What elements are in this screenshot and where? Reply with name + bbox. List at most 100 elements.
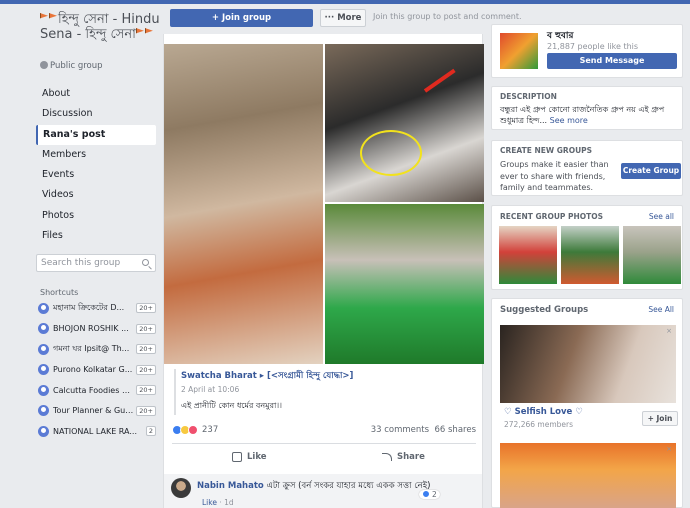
comment-like-link[interactable]: Like — [202, 498, 217, 507]
post-photo-2[interactable] — [325, 44, 484, 202]
page-name[interactable]: ব হুবার — [547, 28, 573, 43]
shared-post-card: Swatcha Bharat ▸ [<সংগ্রামী হিন্দু যোদ্ধ… — [174, 369, 474, 415]
nav-item-videos[interactable]: Videos — [36, 185, 156, 205]
shortcut-label: Tour Planner & Guide — [53, 406, 134, 416]
shortcut-item[interactable]: Calcutta Foodies C... 20+ — [38, 380, 156, 401]
nav-item-ranas-post[interactable]: Rana's post — [36, 124, 156, 145]
flag-icon — [135, 28, 144, 34]
avatar[interactable] — [171, 478, 191, 498]
linked-page-box: ব হুবার 21,887 people like this Send Mes… — [491, 24, 683, 78]
group-privacy: Public group — [40, 61, 103, 71]
create-groups-box: CREATE NEW GROUPS Groups make it easier … — [491, 140, 683, 196]
nav-item-photos[interactable]: Photos — [36, 206, 156, 226]
comment-text: এটা ক্রুস (বর্ন সংকর যাহার মধ্যে একক সত্… — [266, 481, 431, 491]
shortcut-item[interactable]: BHOJON ROSHIK ... 20+ — [38, 319, 156, 340]
like-button[interactable]: Like — [232, 452, 267, 462]
shortcut-count-badge: 20+ — [136, 385, 156, 396]
more-button[interactable]: ··· More — [320, 9, 366, 27]
share-label: Share — [397, 452, 425, 462]
suggested-group-cover-2[interactable]: × — [500, 443, 676, 508]
reactions-count: 237 — [202, 425, 219, 435]
comments-count-link[interactable]: 33 comments — [371, 425, 429, 435]
nav-item-about[interactable]: About — [36, 84, 156, 104]
like-label: Like — [247, 452, 267, 462]
shortcuts-heading: Shortcuts — [40, 288, 79, 297]
shortcut-item[interactable]: গমনা ঘর Ipsit@ Th... 20+ — [38, 339, 156, 360]
recent-photos-box: RECENT GROUP PHOTOS See all — [491, 205, 683, 290]
main-column: + Join group ··· More Join this group to… — [163, 0, 522, 508]
share-button[interactable]: Share — [382, 452, 425, 462]
see-all-link[interactable]: See All — [648, 305, 674, 315]
divider — [172, 443, 476, 444]
red-arrow-icon — [423, 68, 456, 93]
recent-photos-header: RECENT GROUP PHOTOS See all — [500, 212, 674, 221]
shared-from-link[interactable]: Swatcha Bharat ▸ [<সংগ্রামী হিন্দু যোদ্ধ… — [181, 369, 474, 383]
see-all-link[interactable]: See all — [649, 212, 674, 221]
shortcut-count-badge: 2 — [145, 426, 156, 437]
nav-item-members[interactable]: Members — [36, 145, 156, 165]
join-group-button[interactable]: + Join group — [170, 9, 313, 27]
send-message-label: Send Message — [579, 56, 645, 65]
suggested-groups-box: Suggested Groups See All × ♡ Selfish Lov… — [491, 298, 683, 508]
post-timestamp[interactable]: 2 April at 10:06 — [181, 385, 474, 394]
description-heading: DESCRIPTION — [500, 92, 557, 101]
share-arrow-icon — [382, 453, 392, 461]
search-icon[interactable] — [142, 259, 149, 266]
comments-section: Nabin Mahato এটা ক্রুস (বর্ন সংকর যাহার … — [164, 474, 482, 508]
shortcut-count-badge: 20+ — [136, 405, 156, 416]
shortcuts-list: মহানাম ক্রিকেটের D... 20+ BHOJON ROSHIK .… — [38, 298, 156, 442]
shortcut-item[interactable]: মহানাম ক্রিকেটের D... 20+ — [38, 298, 156, 319]
recent-photo-1[interactable] — [499, 226, 557, 284]
shortcut-label: গমনা ঘর Ipsit@ Th... — [53, 343, 130, 353]
group-title[interactable]: হিন্দু সেনা - Hindu Sena - হিন্দু সেনা — [40, 12, 160, 42]
suggested-group-cover[interactable]: × — [500, 325, 676, 403]
suggested-group-name[interactable]: ♡ Selfish Love ♡ — [504, 407, 583, 417]
group-icon — [38, 425, 49, 437]
shortcut-item[interactable]: Tour Planner & Guide 20+ — [38, 401, 156, 422]
search-input[interactable] — [37, 255, 132, 271]
create-groups-heading: CREATE NEW GROUPS — [500, 146, 593, 155]
nav-item-events[interactable]: Events — [36, 165, 156, 185]
recent-photo-3[interactable] — [623, 226, 681, 284]
create-group-button[interactable]: Create Group — [621, 163, 681, 179]
group-icon — [38, 302, 49, 314]
group-nav: About Discussion Rana's post Members Eve… — [36, 84, 156, 246]
send-message-button[interactable]: Send Message — [547, 53, 677, 69]
comment-author[interactable]: Nabin Mahato — [197, 481, 264, 491]
group-icon — [38, 405, 49, 417]
comment-reactions[interactable]: 2 — [419, 490, 440, 499]
recent-photos-heading: RECENT GROUP PHOTOS — [500, 212, 604, 221]
flag-icon — [144, 28, 153, 34]
close-icon[interactable]: × — [666, 327, 672, 335]
description-text: বন্ধুরা এই গ্রুপ কোনো রাজনৈতিক গ্রুপ নয়… — [500, 104, 674, 126]
post-photo-1[interactable] — [164, 44, 323, 364]
globe-icon — [40, 61, 48, 69]
shares-count-link[interactable]: 66 shares — [434, 425, 476, 435]
post-actions: Like Share — [172, 449, 476, 471]
shortcut-count-badge: 20+ — [136, 323, 156, 334]
suggested-groups-header: Suggested Groups See All — [500, 305, 674, 315]
comment-bubble: Nabin Mahato এটা ক্রুস (বর্ন সংকর যাহার … — [197, 478, 441, 494]
close-icon[interactable]: × — [666, 445, 672, 453]
see-more-link[interactable]: See more — [550, 116, 588, 125]
comments-shares: 33 comments 66 shares — [371, 425, 476, 435]
description-box: DESCRIPTION বন্ধুরা এই গ্রুপ কোনো রাজনৈত… — [491, 86, 683, 130]
shortcut-count-badge: 20+ — [136, 364, 156, 375]
post-photo-3[interactable] — [325, 204, 484, 364]
group-title-text: হিন্দু সেনা - Hindu Sena - হিন্দু সেনা — [40, 12, 160, 42]
shortcut-item[interactable]: NATIONAL LAKE RA... 2 — [38, 421, 156, 442]
highlight-circle — [360, 130, 422, 176]
shortcut-item[interactable]: Purono Kolkatar G... 20+ — [38, 360, 156, 381]
suggested-groups-heading: Suggested Groups — [500, 305, 589, 315]
comment-age[interactable]: 1d — [224, 498, 234, 507]
group-icon — [38, 384, 49, 396]
like-reaction-icon — [422, 490, 430, 498]
reactions-summary[interactable]: 237 — [172, 425, 218, 435]
nav-item-discussion[interactable]: Discussion — [36, 104, 156, 124]
right-column: ব হুবার 21,887 people like this Send Mes… — [491, 0, 690, 508]
comment-reaction-count: 2 — [432, 490, 437, 499]
recent-photo-2[interactable] — [561, 226, 619, 284]
page-thumbnail[interactable] — [500, 33, 538, 69]
nav-item-files[interactable]: Files — [36, 226, 156, 246]
suggested-join-button[interactable]: + Join — [642, 411, 678, 426]
